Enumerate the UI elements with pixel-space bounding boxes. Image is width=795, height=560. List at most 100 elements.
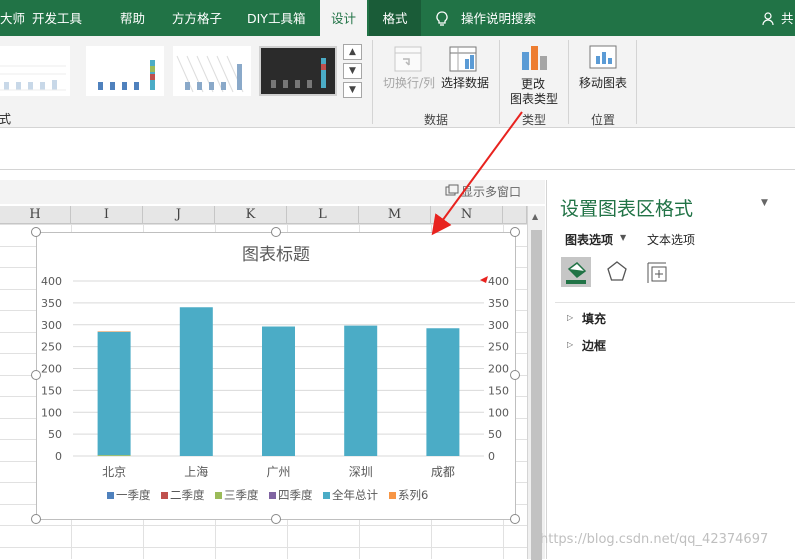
column-header-j[interactable]: J xyxy=(143,206,215,224)
column-header-l[interactable]: L xyxy=(287,206,359,224)
pane-divider xyxy=(555,302,795,303)
column-header-partial[interactable] xyxy=(503,206,527,224)
tab-fangfang[interactable]: 方方格子 xyxy=(172,0,222,36)
legend-swatch xyxy=(161,492,168,499)
lightbulb-icon xyxy=(436,11,448,26)
y2-tick-label: 150 xyxy=(488,384,509,397)
size-properties-tab[interactable] xyxy=(642,257,672,287)
legend-swatch xyxy=(269,492,276,499)
multi-window-icon[interactable] xyxy=(445,184,459,196)
bar-全年总计 xyxy=(262,326,295,456)
resize-handle-right[interactable] xyxy=(510,370,520,380)
tab-help[interactable]: 帮助 xyxy=(120,0,145,36)
fill-line-tab[interactable] xyxy=(561,257,591,287)
change-chart-type-button-line2[interactable]: 图表类型 xyxy=(510,92,558,107)
x-tick-label: 北京 xyxy=(102,465,126,479)
resize-handle-bottom-left[interactable] xyxy=(31,514,41,524)
show-multi-window-label[interactable]: 显示多窗口 xyxy=(461,183,521,200)
legend-label: 四季度 xyxy=(278,488,313,502)
chart-options-dropdown-icon[interactable]: ▼ xyxy=(620,233,626,242)
legend-swatch xyxy=(107,492,114,499)
tell-me-search[interactable]: 操作说明搜索 xyxy=(461,0,536,36)
tab-master[interactable]: 大师 xyxy=(0,0,25,36)
chart-style-thumb-3[interactable] xyxy=(173,46,251,96)
move-chart-button[interactable]: 移动图表 xyxy=(579,76,627,91)
chart-title[interactable]: 图表标题 xyxy=(242,245,310,265)
share-label[interactable]: 共 xyxy=(781,0,794,36)
row-gridline xyxy=(0,224,527,225)
column-header-k[interactable]: K xyxy=(215,206,287,224)
gallery-scroll-up-button[interactable]: ▲ xyxy=(343,44,362,60)
column-header-m[interactable]: M xyxy=(359,206,431,224)
y-tick-label: 0 xyxy=(55,450,62,463)
change-chart-type-button[interactable]: 更改 xyxy=(521,77,545,92)
y2-tick-label: 200 xyxy=(488,363,509,376)
legend-label: 全年总计 xyxy=(332,488,378,502)
bar-全年总计 xyxy=(344,325,378,456)
ribbon-separator xyxy=(568,40,569,124)
scroll-thumb[interactable] xyxy=(531,230,542,560)
x-tick-label: 广州 xyxy=(266,465,290,479)
y2-tick-label: 100 xyxy=(488,406,509,419)
tab-developer[interactable]: 开发工具 xyxy=(32,0,82,36)
border-section-header[interactable]: 边框 xyxy=(582,337,606,354)
tab-diy-toolbox[interactable]: DIY工具箱 xyxy=(247,0,305,36)
chart-area[interactable]: 图表标题 0 50 100 150 200 250 300 350 400 0 50 100 150 2… xyxy=(36,232,516,520)
y2-tick-label: 300 xyxy=(488,319,509,332)
effects-tab[interactable] xyxy=(602,257,632,287)
chart-style-thumb-4[interactable] xyxy=(259,46,337,96)
bar-系列6 xyxy=(97,331,131,332)
column-header-h[interactable]: H xyxy=(0,206,71,224)
y-tick-label: 400 xyxy=(41,275,62,288)
chart-style-thumb-2[interactable] xyxy=(86,46,164,96)
x-tick-label: 上海 xyxy=(184,464,208,479)
resize-handle-bottom[interactable] xyxy=(271,514,281,524)
y-tick-label: 100 xyxy=(41,406,62,419)
y2-tick-label: 400 xyxy=(488,275,509,288)
gallery-expand-button[interactable]: ▼ xyxy=(343,82,362,98)
column-header-i[interactable]: I xyxy=(71,206,143,224)
vertical-scrollbar[interactable]: ▲ xyxy=(527,206,545,560)
data-group-label: 数据 xyxy=(424,113,449,127)
legend-swatch xyxy=(389,492,396,499)
resize-handle-top-right[interactable] xyxy=(510,227,520,237)
expand-border-icon[interactable]: ▷ xyxy=(567,340,573,349)
legend-label: 一季度 xyxy=(116,488,151,502)
y2-tick-label: 0 xyxy=(488,450,495,463)
row-gridline xyxy=(0,546,527,548)
y-tick-label: 250 xyxy=(41,341,62,354)
tab-text-options[interactable]: 文本选项 xyxy=(647,231,695,248)
move-chart-icon xyxy=(589,45,617,69)
resize-handle-left[interactable] xyxy=(31,370,41,380)
y-tick-label: 350 xyxy=(41,297,62,310)
resize-handle-top-left[interactable] xyxy=(31,227,41,237)
expand-fill-icon[interactable]: ▷ xyxy=(567,313,573,322)
pane-title: 设置图表区格式 xyxy=(560,198,694,220)
scroll-up-icon[interactable]: ▲ xyxy=(532,212,538,221)
y-tick-label: 300 xyxy=(41,319,62,332)
chart-style-thumb-1[interactable] xyxy=(0,46,70,96)
ribbon-tab-bar: 大师 开发工具 帮助 方方格子 DIY工具箱 设计 格式 操作说明搜索 共 xyxy=(0,0,795,36)
type-group-label: 类型 xyxy=(522,113,547,127)
column-header-n[interactable]: N xyxy=(431,206,503,224)
resize-handle-bottom-right[interactable] xyxy=(510,514,520,524)
bar-全年总计 xyxy=(426,328,460,456)
select-data-button[interactable]: 选择数据 xyxy=(441,76,489,91)
legend-swatch xyxy=(215,492,222,499)
formula-bar[interactable] xyxy=(0,140,795,170)
legend-label: 系列6 xyxy=(398,488,428,502)
ribbon-separator xyxy=(499,40,500,124)
fill-section-header[interactable]: 填充 xyxy=(582,310,606,327)
resize-handle-top[interactable] xyxy=(271,227,281,237)
gallery-scroll-down-button[interactable]: ▼ xyxy=(343,63,362,79)
switch-row-column-button[interactable]: 切换行/列 xyxy=(383,76,435,91)
y-tick-label: 150 xyxy=(41,384,62,397)
pane-options-dropdown-icon[interactable]: ▼ xyxy=(761,198,768,208)
tab-chart-options[interactable]: 图表选项 xyxy=(565,231,613,248)
share-person-icon[interactable] xyxy=(762,12,776,26)
x-tick-label: 成都 xyxy=(431,465,455,479)
chart-plot: 图表标题 0 50 100 150 200 250 300 350 400 0 50 100 150 2… xyxy=(41,245,509,502)
tab-format[interactable]: 格式 xyxy=(369,0,421,36)
y2-tick-label: 250 xyxy=(488,341,509,354)
tab-design[interactable]: 设计 xyxy=(320,0,367,36)
